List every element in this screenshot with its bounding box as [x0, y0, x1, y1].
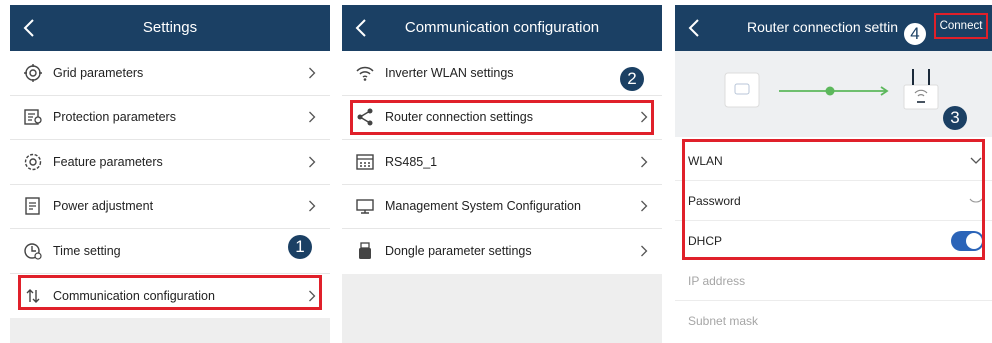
- chevron-right-icon: [641, 111, 648, 123]
- chevron-right-icon: [309, 156, 316, 168]
- ip-address-field[interactable]: IP address: [675, 261, 992, 301]
- grid-gear-icon: [22, 62, 44, 84]
- settings-item-label: Feature parameters: [53, 154, 163, 169]
- clock-icon: [22, 240, 44, 262]
- settings-item-label: Power adjustment: [53, 199, 154, 214]
- dongle-icon: [354, 240, 376, 262]
- serial-grid-icon: [354, 151, 376, 173]
- chevron-right-icon: [641, 156, 648, 168]
- chevron-right-icon: [309, 200, 316, 212]
- subnet-mask-label: Subnet mask: [688, 314, 759, 328]
- step-badge-4: 4: [902, 21, 928, 47]
- settings-item-label: Time setting: [53, 243, 121, 258]
- comm-item-inverter-wlan[interactable]: Inverter WLAN settings: [342, 51, 662, 96]
- comm-item-label: Inverter WLAN settings: [385, 65, 514, 80]
- toggle-knob: [966, 233, 982, 249]
- step-badge-3: 3: [943, 106, 967, 130]
- settings-item-feature-parameters[interactable]: Feature parameters: [10, 140, 330, 185]
- power-adjust-icon: [22, 195, 44, 217]
- page-title: Communication configuration: [404, 19, 600, 36]
- chevron-right-icon: [641, 200, 648, 212]
- communication-list: Inverter WLAN settings Router connection…: [342, 51, 662, 274]
- page-title: Settings: [142, 19, 198, 36]
- wifi-icon: [354, 62, 376, 84]
- password-label: Password: [688, 193, 741, 208]
- subnet-mask-field[interactable]: Subnet mask: [675, 301, 992, 341]
- comm-item-management-system[interactable]: Management System Configuration: [342, 185, 662, 229]
- protection-icon: [22, 106, 44, 128]
- chevron-right-icon: [641, 245, 648, 257]
- settings-header: Settings: [10, 5, 330, 51]
- comm-item-label: Management System Configuration: [385, 199, 581, 214]
- settings-item-label: Grid parameters: [53, 65, 144, 80]
- settings-item-power-adjustment[interactable]: Power adjustment: [10, 185, 330, 229]
- router-connection-screen: Router connection settin Connect 4 3 WLA…: [675, 5, 992, 343]
- router-header: Router connection settin Connect: [675, 5, 992, 51]
- settings-item-protection-parameters[interactable]: Protection parameters: [10, 96, 330, 140]
- ip-address-label: IP address: [688, 273, 746, 288]
- communication-header: Communication configuration: [342, 5, 662, 51]
- back-button[interactable]: [683, 15, 705, 41]
- wlan-label: WLAN: [688, 153, 723, 168]
- share-nodes-icon: [354, 106, 376, 128]
- dhcp-field: DHCP: [675, 221, 992, 261]
- comm-item-label: RS485_1: [385, 154, 438, 169]
- settings-item-communication-configuration[interactable]: Communication configuration: [10, 274, 330, 319]
- settings-item-grid-parameters[interactable]: Grid parameters: [10, 51, 330, 96]
- chevron-right-icon: [309, 111, 316, 123]
- chevron-down-icon: [970, 157, 982, 164]
- comm-item-rs485[interactable]: RS485_1: [342, 140, 662, 185]
- dhcp-toggle[interactable]: [951, 231, 984, 251]
- settings-item-time-setting[interactable]: Time setting: [10, 229, 330, 274]
- settings-item-label: Protection parameters: [53, 110, 176, 125]
- comm-item-label: Router connection settings: [385, 110, 534, 125]
- chevron-right-icon: [309, 290, 316, 302]
- wlan-field[interactable]: WLAN: [675, 141, 992, 181]
- step-badge-2: 2: [620, 67, 644, 91]
- feature-gear-icon: [22, 151, 44, 173]
- dhcp-label: DHCP: [688, 234, 723, 248]
- connect-button[interactable]: Connect: [934, 13, 988, 39]
- chevron-left-icon: [688, 19, 699, 37]
- chevron-right-icon: [309, 67, 316, 79]
- settings-list: Grid parameters Protection parameters Fe…: [10, 51, 330, 318]
- comm-item-router-connection[interactable]: Router connection settings: [342, 96, 662, 140]
- settings-screen: Settings Grid parameters Protection para…: [10, 5, 330, 343]
- comm-item-label: Dongle parameter settings: [385, 244, 532, 259]
- settings-item-label: Communication configuration: [53, 288, 215, 303]
- connection-diagram: 3: [675, 51, 992, 137]
- page-title: Router connection settin: [747, 19, 898, 35]
- comm-item-dongle-parameters[interactable]: Dongle parameter settings: [342, 229, 662, 274]
- password-field[interactable]: Password: [675, 181, 992, 221]
- eye-closed-icon[interactable]: [969, 197, 983, 205]
- communication-configuration-screen: Communication configuration Inverter WLA…: [342, 5, 662, 343]
- monitor-icon: [354, 195, 376, 217]
- transfer-arrows-icon: [22, 285, 44, 307]
- step-badge-1: 1: [288, 235, 312, 259]
